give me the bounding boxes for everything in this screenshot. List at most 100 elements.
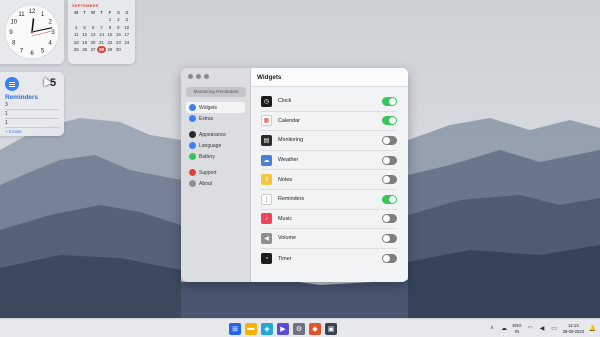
sidebar-item-label: Language — [199, 142, 222, 149]
cloud-icon[interactable]: ☁ — [501, 325, 508, 332]
sidebar-search-field[interactable]: Monitoring Reminders — [186, 87, 246, 97]
calendar-day[interactable]: 26 — [80, 46, 88, 53]
reminder-item[interactable]: 1 — [5, 110, 59, 119]
calendar-weekday: W — [90, 10, 96, 15]
widget-row-weather: ☁ Weather — [261, 151, 397, 171]
sidebar-item-label: Support — [199, 169, 217, 176]
widget-row-calendar: ▦ Calendar — [261, 112, 397, 132]
widget-row-monitoring: ▤ Monitoring — [261, 131, 397, 151]
calendar-day[interactable]: 27 — [89, 46, 97, 53]
sidebar-item-label: Extras — [199, 115, 214, 122]
sidebar-item-appearance[interactable]: Appearance — [186, 129, 245, 140]
calendar-today[interactable]: 28 — [97, 45, 106, 54]
calendar-widget[interactable]: SEPTEMBER M T W T F S S 1 2 3 4 5 6 7 8 9 10 11 12 13 14 15 16… — [68, 0, 135, 64]
reminder-item[interactable]: 3 — [5, 101, 59, 110]
maximize-window-button[interactable] — [204, 74, 209, 79]
calendar-day[interactable]: 1 — [106, 16, 114, 23]
widget-label: Volume — [278, 235, 296, 242]
chevron-up-icon[interactable]: ˄ — [489, 325, 496, 332]
calendar-day — [97, 16, 105, 23]
toggle-calendar[interactable] — [382, 116, 397, 126]
calendar-day — [80, 16, 88, 23]
toggle-clock[interactable] — [382, 96, 397, 106]
notifications-icon[interactable]: 🔔 — [589, 325, 596, 332]
sidebar-item-support[interactable]: Support — [186, 167, 245, 178]
battery-tray-icon[interactable]: ▭ — [551, 325, 558, 332]
calendar-day[interactable]: 11 — [72, 31, 80, 38]
calendar-day[interactable]: 13 — [89, 31, 97, 38]
sidebar-item-extras[interactable]: Extras — [186, 113, 245, 124]
calendar-day — [123, 46, 131, 53]
extras-icon — [189, 115, 196, 122]
widget-row-reminders: ⋮ Reminders — [261, 190, 397, 210]
calendar-day[interactable]: 8 — [106, 24, 114, 31]
terminal-icon[interactable]: ▣ — [325, 322, 337, 335]
close-window-button[interactable] — [188, 74, 193, 79]
calendar-day[interactable]: 29 — [106, 46, 114, 53]
calendar-day[interactable]: 12 — [80, 31, 88, 38]
settings-sidebar: Monitoring Reminders Widgets Extras Appear… — [181, 68, 251, 282]
reminders-widget[interactable]: 5 Reminders 311 + 3 more — [0, 72, 64, 136]
volume-tray-icon[interactable]: ◀ — [539, 325, 546, 332]
clock-numeral: 10 — [10, 20, 17, 26]
calendar-day[interactable]: 25 — [72, 46, 80, 53]
start-icon[interactable]: ⊞ — [229, 322, 241, 335]
toggle-volume[interactable] — [382, 233, 397, 243]
language-region: IN — [514, 328, 520, 334]
widget-label: Weather — [278, 157, 299, 164]
calendar-day[interactable]: 7 — [97, 24, 105, 31]
brave-browser-icon[interactable]: ◆ — [309, 322, 321, 335]
calendar-day[interactable]: 21 — [97, 39, 105, 46]
toggle-timer[interactable] — [382, 254, 397, 264]
reminders-more-link[interactable]: + 3 more — [5, 129, 59, 134]
calendar-day[interactable]: 22 — [106, 39, 114, 46]
calendar-day[interactable]: 2 — [114, 16, 122, 23]
settings-app-icon[interactable]: ⚙ — [293, 322, 305, 335]
calendar-day[interactable]: 9 — [114, 24, 122, 31]
calendar-day[interactable]: 4 — [72, 24, 80, 31]
calendar-day — [89, 16, 97, 23]
clock-date[interactable]: 12:13 28-09-2023 — [563, 323, 584, 333]
reminders-icon: ⋮ — [261, 193, 272, 205]
toggle-reminders[interactable] — [382, 194, 397, 204]
calendar-grid: M T W T F S S 1 2 3 4 5 6 7 8 9 10 11 12 13 14 15 16 17 18 19 20 21… — [72, 9, 131, 54]
widget-row-volume: ◀ Volume — [261, 229, 397, 249]
sidebar-item-about[interactable]: About — [186, 178, 245, 189]
media-player-icon[interactable]: ▶ — [277, 322, 289, 335]
file-explorer-icon[interactable]: ▬ — [245, 322, 257, 335]
sidebar-item-widgets[interactable]: Widgets — [186, 102, 245, 113]
calendar-day[interactable]: 14 — [97, 31, 105, 38]
sidebar-item-language[interactable]: Language — [186, 140, 245, 151]
calendar-day[interactable]: 6 — [89, 24, 97, 31]
toggle-notes[interactable] — [382, 175, 397, 185]
calendar-day[interactable]: 15 — [106, 31, 114, 38]
photos-icon[interactable]: ◈ — [261, 322, 273, 335]
calendar-day[interactable]: 10 — [123, 24, 131, 31]
window-controls — [188, 74, 245, 79]
wifi-icon[interactable]: ◠ — [527, 325, 534, 332]
calendar-day[interactable]: 3 — [123, 16, 131, 23]
calendar-weekday: F — [108, 10, 112, 15]
calendar-day[interactable]: 17 — [123, 31, 131, 38]
sidebar-item-battery[interactable]: Battery — [186, 151, 245, 162]
toggle-weather[interactable] — [382, 155, 397, 165]
language-icon — [189, 142, 196, 149]
widget-label: Notes — [278, 176, 293, 183]
calendar-day[interactable]: 23 — [114, 39, 122, 46]
toggle-monitoring[interactable] — [382, 135, 397, 145]
toggle-music[interactable] — [382, 214, 397, 224]
clock-widget[interactable]: 12 1 2 3 4 5 6 7 8 9 10 11 — [0, 0, 64, 64]
reminder-item[interactable]: 1 — [5, 119, 59, 128]
minimize-window-button[interactable] — [196, 74, 201, 79]
calendar-day[interactable]: 20 — [89, 39, 97, 46]
widget-label: Reminders — [278, 196, 305, 203]
language-code: ENG — [512, 323, 522, 329]
calendar-day[interactable]: 19 — [80, 39, 88, 46]
calendar-day[interactable]: 18 — [72, 39, 80, 46]
calendar-day[interactable]: 5 — [80, 24, 88, 31]
calendar-day[interactable]: 30 — [114, 46, 122, 53]
language-indicator[interactable]: ENG IN — [513, 323, 522, 333]
notes-icon: ≡ — [261, 174, 272, 186]
calendar-day[interactable]: 24 — [123, 39, 131, 46]
calendar-day[interactable]: 16 — [114, 31, 122, 38]
